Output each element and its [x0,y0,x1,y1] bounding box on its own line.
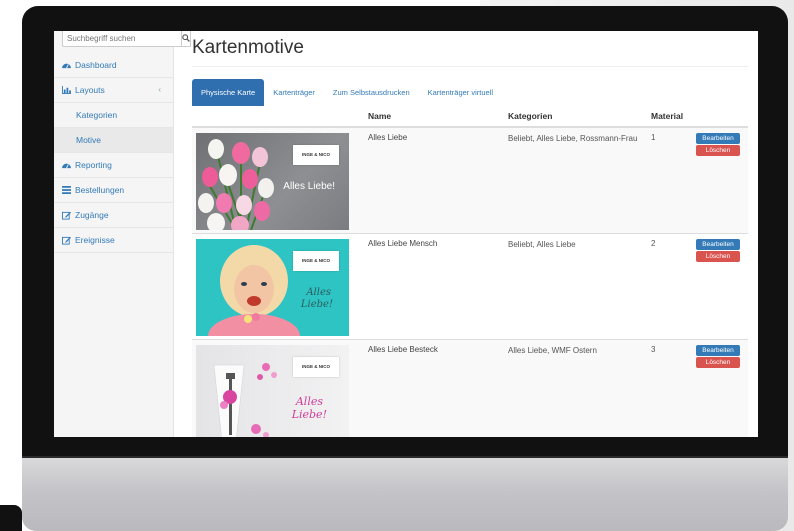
sidebar-item-reporting[interactable]: Reporting [54,153,173,178]
sidebar-item-label: Motive [76,135,102,145]
sidebar-item-zugaenge[interactable]: Zugänge [54,203,173,228]
screen: Dashboard Layouts ‹ Kategorien Motive Re… [54,31,758,437]
card-greeting: Alles Liebe! [283,181,335,192]
dashboard-icon [62,61,72,69]
card-greeting-line2: Liebe! [291,408,327,421]
sidebar-item-label: Reporting [75,160,112,170]
tab-kartentraeger-virtuell[interactable]: Kartenträger virtuell [419,79,502,106]
page-title: Kartenmotive [192,37,748,67]
header-name: Name [368,111,392,121]
table-row: INGE & NICO Alles Liebe! Alles Liebe Bes… [192,340,748,437]
row-kategorien: Alles Liebe, WMF Ostern [508,346,597,355]
row-actions: Bearbeiten Löschen [696,234,746,339]
delete-button[interactable]: Löschen [696,251,740,262]
row-actions: Bearbeiten Löschen [696,340,746,437]
card-thumbnail-cutlery[interactable]: INGE & NICO Alles Liebe! [196,345,349,437]
sidebar: Dashboard Layouts ‹ Kategorien Motive Re… [54,31,191,437]
delete-button[interactable]: Löschen [696,357,740,368]
sidebar-item-label: Layouts [75,85,105,95]
tab-physische-karte[interactable]: Physische Karte [192,79,265,106]
motive-table: Name Kategorien Material INGE & NICO All… [192,106,748,437]
edit-icon [62,236,72,245]
sidebar-item-dashboard[interactable]: Dashboard [54,53,173,78]
tab-zum-selbstausdrucken[interactable]: Zum Selbstausdrucken [324,79,419,106]
monitor-chin [22,458,788,531]
image-cell: INGE & NICO Alles Liebe! [192,234,368,339]
brand-logo: INGE & NICO [293,357,339,377]
scene: Dashboard Layouts ‹ Kategorien Motive Re… [0,0,794,531]
card-thumbnail-person[interactable]: INGE & NICO Alles Liebe! [196,239,349,336]
row-material: 2 [651,239,656,248]
brand-logo: INGE & NICO [293,251,339,271]
brand-logo: INGE & NICO [293,145,339,165]
sidebar-item-motive[interactable]: Motive [54,128,173,153]
sidebar-item-label: Ereignisse [75,235,115,245]
header-kategorien: Kategorien [508,111,553,121]
tab-bar: Physische Karte Kartenträger Zum Selbsta… [192,79,748,106]
search-input[interactable] [62,31,182,47]
sidebar-item-layouts[interactable]: Layouts ‹ [54,78,173,103]
card-greeting-line1: Alles [306,287,331,298]
card-thumbnail-tulips[interactable]: INGE & NICO Alles Liebe! [196,133,349,230]
table-row: INGE & NICO Alles Liebe! Alles Liebe Men… [192,234,748,340]
monitor-stand-edge [0,505,22,531]
table-row: INGE & NICO Alles Liebe! Alles Liebe Bel… [192,128,748,234]
edit-button[interactable]: Bearbeiten [696,345,740,356]
edit-icon [62,211,72,220]
chevron-left-icon: ‹ [158,85,161,94]
row-name: Alles Liebe [368,133,408,142]
row-actions: Bearbeiten Löschen [696,128,746,233]
row-name: Alles Liebe Mensch [368,239,438,248]
image-cell: INGE & NICO Alles Liebe! [192,128,368,233]
row-name: Alles Liebe Besteck [368,345,438,354]
bar-chart-icon [62,86,72,94]
sidebar-search [62,31,191,47]
sidebar-item-label: Bestellungen [75,185,125,195]
tab-kartentraeger[interactable]: Kartenträger [264,79,324,106]
row-material: 1 [651,133,656,142]
row-kategorien: Beliebt, Alles Liebe [508,240,576,249]
card-greeting-line1: Alles [295,395,323,408]
sidebar-item-label: Dashboard [75,60,117,70]
header-material: Material [651,111,684,121]
sidebar-item-ereignisse[interactable]: Ereignisse [54,228,173,253]
imac-monitor: Dashboard Layouts ‹ Kategorien Motive Re… [22,0,788,531]
card-greeting-line2: Liebe! [300,299,333,310]
sidebar-item-label: Zugänge [75,210,109,220]
edit-button[interactable]: Bearbeiten [696,133,740,144]
sidebar-item-label: Kategorien [76,110,118,120]
row-kategorien: Beliebt, Alles Liebe, Rossmann-Frau [508,134,638,143]
delete-button[interactable]: Löschen [696,145,740,156]
dashboard-icon [62,161,72,169]
list-icon [62,186,72,194]
main-content: Kartenmotive Physische Karte Kartenträge… [174,31,758,437]
sidebar-item-bestellungen[interactable]: Bestellungen [54,178,173,203]
table-header: Name Kategorien Material [192,106,748,128]
sidebar-item-kategorien[interactable]: Kategorien [54,103,173,128]
row-material: 3 [651,345,656,354]
image-cell: INGE & NICO Alles Liebe! [192,340,368,437]
edit-button[interactable]: Bearbeiten [696,239,740,250]
